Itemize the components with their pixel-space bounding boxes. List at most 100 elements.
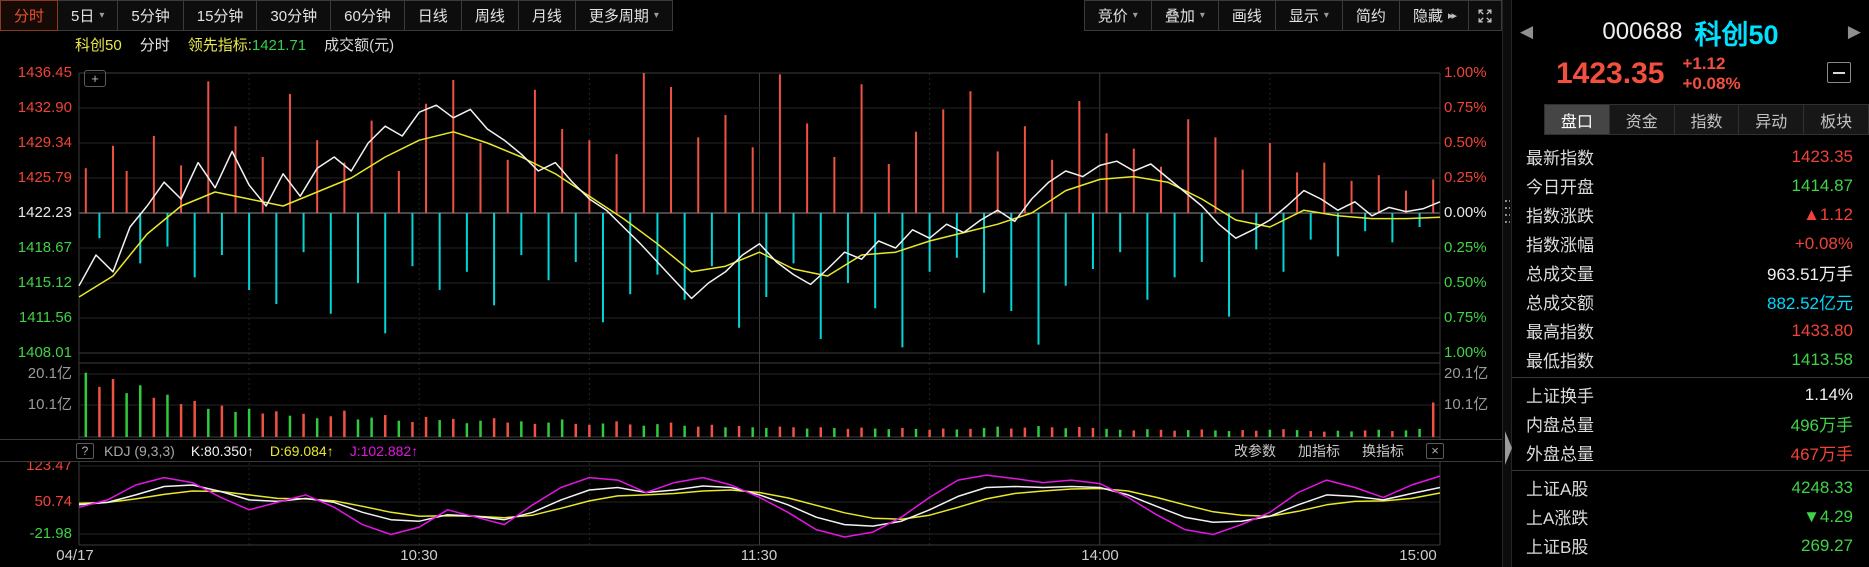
fullscreen-expand-icon[interactable] [1468, 0, 1502, 31]
period-week-label: 周线 [475, 5, 505, 26]
period-15min-label: 15分钟 [197, 5, 244, 26]
row-index-change-label: 指数涨跌 [1526, 202, 1594, 227]
period-5min[interactable]: 5分钟 [117, 0, 183, 31]
btn-diejia[interactable]: 叠加▾ [1151, 0, 1219, 31]
row-outer-vol-label: 外盘总量 [1526, 440, 1594, 465]
drag-grip-icon[interactable] [1505, 200, 1510, 226]
btn-yincang[interactable]: 隐藏 ▸▸ [1399, 0, 1469, 31]
zoom-in-plus-icon[interactable]: + [84, 70, 106, 87]
row-inner-vol-value: 496万手 [1791, 411, 1853, 436]
row-outer-vol: 外盘总量 467万手 [1512, 438, 1869, 467]
period-day[interactable]: 日线 [404, 0, 462, 31]
btn-jianyue[interactable]: 简约 [1342, 0, 1400, 31]
quote-detail-rows: 最新指数1423.35今日开盘1414.87指数涨跌▲1.12指数涨幅+0.08… [1512, 142, 1869, 560]
row-turnover-value: 1.14% [1805, 385, 1853, 405]
btn-huaxian[interactable]: 画线 [1218, 0, 1276, 31]
btn-switch-indicator[interactable]: 换指标 [1362, 441, 1404, 461]
change-percent: +0.08% [1682, 74, 1740, 93]
period-30min-label: 30分钟 [270, 5, 317, 26]
chevron-down-icon: ▾ [1324, 10, 1329, 21]
chevron-down-icon: ▾ [1200, 10, 1205, 21]
period-5day[interactable]: 5日 ▾ [57, 0, 118, 31]
row-sh-a: 上证A股 4248.33 [1512, 473, 1869, 502]
row-open-value: 1414.87 [1792, 176, 1853, 196]
quote-panel: ◀ ▶ 000688 科创50 1423.35 +1.12 +0.08% 盘口资… [1512, 0, 1869, 567]
period-more[interactable]: 更多周期▾ [575, 0, 673, 31]
row-outer-vol-value: 467万手 [1791, 440, 1853, 465]
time-axis: 04/1710:3011:3014:0015:00 [0, 547, 1502, 567]
price-change: +1.12 +0.08% [1682, 54, 1740, 94]
row-index-pct-value: +0.08% [1795, 234, 1853, 254]
period-week[interactable]: 周线 [461, 0, 519, 31]
stock-code: 000688 [1602, 18, 1682, 46]
stock-header: 000688 科创50 [1512, 14, 1869, 50]
period-60min-label: 60分钟 [344, 5, 391, 26]
chart-period-label: 分时 [140, 34, 170, 55]
expand-arrows-icon [1476, 7, 1494, 25]
row-latest-index: 最新指数1423.35 [1512, 142, 1869, 171]
toolbar-spacer [673, 0, 1084, 31]
row-sh-a-value: 4248.33 [1792, 478, 1853, 498]
tab-yidong[interactable]: 异动 [1738, 105, 1803, 134]
row-sh-a-chg-value: ▼4.29 [1803, 507, 1853, 527]
stock-name: 科创50 [1695, 13, 1779, 52]
time-axis-label: 14:00 [1081, 547, 1119, 564]
row-index-change-value: ▲1.12 [1803, 205, 1853, 225]
amount-unit-label: 成交额(元) [324, 34, 394, 55]
help-icon[interactable]: ? [76, 443, 94, 459]
row-sh-b: 上证B股269.27 [1512, 531, 1869, 560]
period-5day-label: 5日 [71, 5, 94, 26]
row-latest-index-value: 1423.35 [1792, 147, 1853, 167]
btn-change-params[interactable]: 改参数 [1234, 441, 1276, 461]
row-sh-a-chg: 上A涨跌▼4.29 [1512, 502, 1869, 531]
row-sh-a-label: 上证A股 [1526, 475, 1588, 500]
tab-bankuai[interactable]: 板块 [1803, 105, 1868, 134]
panel-tabs: 盘口资金指数异动板块 [1544, 104, 1869, 135]
period-15min[interactable]: 15分钟 [183, 0, 258, 31]
close-indicator-icon[interactable]: × [1426, 443, 1444, 459]
row-inner-vol-label: 内盘总量 [1526, 411, 1594, 436]
lead-indicator: 领先指标:1421.71 [188, 34, 306, 55]
kdj-indicator-header: ? KDJ (9,3,3) K:80.350↑ D:69.084↑ J:102.… [0, 439, 1502, 462]
panel-resize-divider[interactable] [1502, 0, 1512, 567]
kdj-params-label: KDJ (9,3,3) [104, 443, 175, 459]
chevron-down-icon: ▾ [99, 10, 104, 21]
time-axis-label: 10:30 [400, 547, 438, 564]
tab-zhishu[interactable]: 指数 [1674, 105, 1739, 134]
row-turnover: 上证换手1.14% [1512, 380, 1869, 409]
time-axis-label: 11:30 [741, 547, 777, 564]
row-low-value: 1413.58 [1792, 350, 1853, 370]
row-inner-vol: 内盘总量 496万手 [1512, 409, 1869, 438]
row-index-change: 指数涨跌 ▲1.12 [1512, 200, 1869, 229]
price-row: 1423.35 +1.12 +0.08% [1512, 52, 1869, 96]
period-5min-label: 5分钟 [131, 5, 169, 26]
chevron-down-icon: ▾ [1133, 10, 1138, 21]
btn-xianshi[interactable]: 显示▾ [1275, 0, 1343, 31]
row-total-amount-label: 总成交额 [1526, 289, 1594, 314]
lead-indicator-value: 1421.71 [252, 37, 306, 54]
double-arrow-right-icon: ▸▸ [1448, 9, 1455, 22]
row-total-volume-label: 总成交量 [1526, 260, 1594, 285]
row-total-amount: 总成交额 882.52亿元 [1512, 287, 1869, 316]
chart-title-row: 科创50 分时 领先指标:1421.71 成交额(元) [75, 33, 394, 55]
period-day-label: 日线 [418, 5, 448, 26]
row-total-amount-value: 882.52亿元 [1767, 289, 1853, 314]
change-value: +1.12 [1682, 54, 1725, 73]
btn-jingjia[interactable]: 竞价▾ [1084, 0, 1152, 31]
row-total-volume: 总成交量 963.51万手 [1512, 258, 1869, 287]
last-price: 1423.35 [1556, 57, 1664, 91]
row-low-label: 最低指数 [1526, 347, 1594, 372]
minimize-icon[interactable] [1827, 62, 1851, 83]
period-fenshi[interactable]: 分时 [0, 0, 58, 31]
intraday-chart-canvas[interactable] [0, 0, 1502, 567]
tab-zijin[interactable]: 资金 [1609, 105, 1674, 134]
period-60min[interactable]: 60分钟 [330, 0, 405, 31]
btn-add-indicator[interactable]: 加指标 [1298, 441, 1340, 461]
row-total-volume-value: 963.51万手 [1767, 260, 1853, 285]
chart-section: 分时 5日 ▾ 5分钟 15分钟 30分钟 60分钟 日线 周线月线更多周期▾ 竞价▾叠加▾画线… [0, 0, 1502, 567]
period-30min[interactable]: 30分钟 [256, 0, 331, 31]
btn-yincang-label: 隐藏 [1413, 5, 1443, 26]
tab-pankou[interactable]: 盘口 [1545, 105, 1609, 134]
time-axis-label: 04/17 [56, 547, 94, 564]
period-month[interactable]: 月线 [518, 0, 576, 31]
